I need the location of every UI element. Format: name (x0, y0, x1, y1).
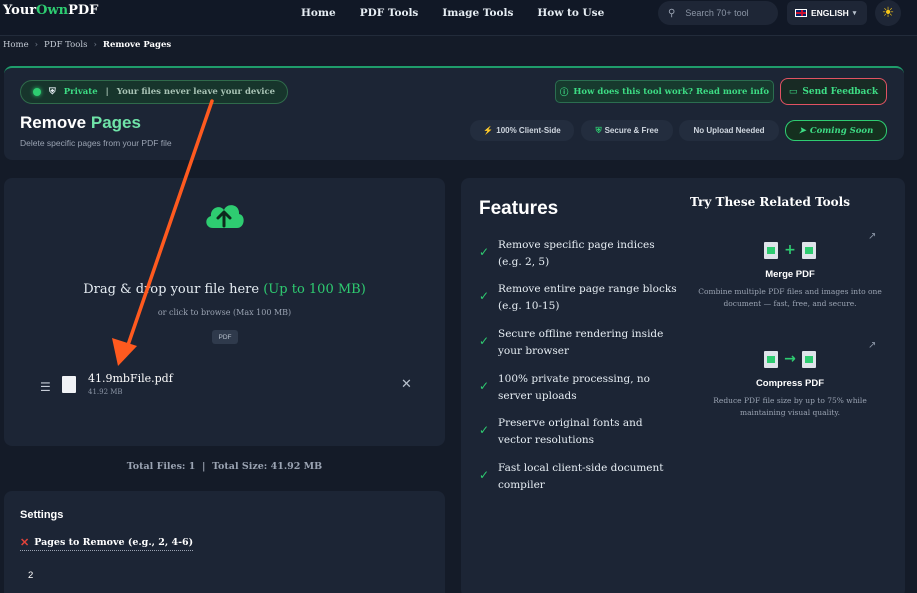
check-icon: ✓ (479, 423, 490, 437)
bolt-icon: ⚡ (483, 126, 494, 135)
related-tool-compress-pdf[interactable]: → Compress PDF Reduce PDF file size by u… (697, 348, 883, 419)
theme-toggle[interactable]: ☀ (875, 0, 901, 26)
nav-link-home[interactable]: Home (301, 7, 336, 19)
breadcrumb-pdf-tools[interactable]: PDF Tools (44, 40, 87, 50)
file-dropzone[interactable]: Drag & drop your file here (Up to 100 MB… (4, 178, 445, 446)
search-input[interactable]: ⚲ Search 70+ tool (658, 1, 778, 25)
private-label: Private (63, 87, 98, 97)
status-dot (33, 88, 41, 96)
badge-client-side: ⚡ 100% Client-Side (470, 120, 574, 141)
shield-icon: ⛨ (595, 125, 602, 135)
search-icon: ⚲ (668, 7, 676, 19)
compress-icon: → (697, 348, 883, 370)
chevron-right-icon: › (34, 40, 39, 50)
feature-item: ✓ Preserve original fonts and vector res… (479, 417, 643, 446)
shield-icon: ⛨ (49, 87, 56, 97)
cloud-upload-icon (206, 205, 244, 228)
private-note: Your files never leave your device (116, 87, 276, 97)
related-tool-name: Merge PDF (765, 269, 815, 280)
check-icon: ✓ (479, 468, 490, 482)
pages-to-remove-label: ✕ Pages to Remove (e.g., 2, 4-6) (20, 537, 194, 551)
feature-item: ✓ Secure offline rendering inside your b… (479, 328, 664, 357)
nav-link-how-to-use[interactable]: How to Use (537, 7, 604, 19)
drag-handle-icon[interactable]: ☰ (40, 380, 51, 394)
settings-panel: Settings ✕ Pages to Remove (e.g., 2, 4-6… (4, 491, 445, 593)
pages-to-remove-input[interactable]: 2 (28, 570, 33, 581)
how-it-works-button[interactable]: ⓘ How does this tool work? Read more inf… (555, 80, 774, 103)
remove-pages-icon: ✕ (20, 537, 30, 549)
rocket-icon: ➤ (798, 125, 806, 136)
tool-header-card: ⛨ Private | Your files never leave your … (4, 66, 904, 160)
badge-no-upload: No Upload Needed (679, 120, 779, 141)
check-icon: ✓ (479, 379, 490, 393)
feature-item: ✓ 100% private processing, no server upl… (479, 373, 650, 402)
related-tools-title: Try These Related Tools (690, 195, 850, 209)
uk-flag-icon (795, 9, 807, 17)
format-tag: PDF (212, 330, 238, 344)
page-subtitle: Delete specific pages from your PDF file (20, 138, 172, 148)
remove-file-button[interactable]: ✕ (401, 376, 412, 392)
check-icon: ✓ (479, 334, 490, 348)
language-label: ENGLISH (811, 8, 849, 18)
features-title: Features (479, 198, 559, 219)
merge-icon: + (697, 239, 883, 261)
related-tool-name: Compress PDF (755, 378, 825, 389)
feature-item: ✓ Remove specific page indices (e.g. 2, … (479, 239, 655, 268)
language-selector[interactable]: ENGLISH ▾ (787, 1, 867, 25)
nav-link-image-tools[interactable]: Image Tools (442, 7, 513, 19)
chat-icon: ▭ (788, 86, 798, 97)
divider: | (105, 87, 109, 97)
chevron-down-icon: ▾ (852, 10, 857, 17)
badge-secure-free: ⛨ Secure & Free (581, 120, 673, 141)
related-tool-desc: Reduce PDF file size by up to 75% while … (713, 396, 867, 417)
feature-item: ✓ Fast local client-side document compil… (479, 462, 664, 491)
check-icon: ✓ (479, 245, 490, 259)
privacy-pill: ⛨ Private | Your files never leave your … (20, 80, 289, 104)
nav-link-pdf-tools[interactable]: PDF Tools (360, 7, 419, 19)
related-tool-desc: Combine multiple PDF files and images in… (698, 287, 882, 308)
external-link-icon[interactable]: ↗ (868, 231, 876, 242)
file-icon (62, 376, 76, 393)
external-link-icon[interactable]: ↗ (868, 340, 876, 351)
nav-links: Home PDF Tools Image Tools How to Use (301, 7, 628, 19)
settings-title: Settings (20, 509, 64, 521)
feature-item: ✓ Remove entire page range blocks (e.g. … (479, 283, 677, 312)
dropzone-subtitle: or click to browse (Max 100 MB) (157, 308, 292, 317)
site-logo[interactable]: YourOwnPDF (3, 3, 98, 18)
breadcrumb-current: Remove Pages (102, 40, 172, 50)
file-size: 41.92 MB (88, 388, 123, 396)
related-tool-merge-pdf[interactable]: + Merge PDF Combine multiple PDF files a… (697, 239, 883, 310)
breadcrumb-home[interactable]: Home (3, 40, 29, 50)
features-card: Features ✓ Remove specific page indices … (461, 178, 905, 593)
top-navbar: YourOwnPDF Home PDF Tools Image Tools Ho… (0, 0, 917, 36)
dropzone-title: Drag & drop your file here (Up to 100 MB… (83, 282, 366, 297)
file-name: 41.9mbFile.pdf (88, 372, 173, 385)
info-icon: ⓘ (559, 87, 569, 98)
send-feedback-button[interactable]: ▭ Send Feedback (780, 78, 887, 105)
check-icon: ✓ (479, 289, 490, 303)
chevron-right-icon: › (93, 40, 97, 50)
coming-soon-button[interactable]: ➤ Coming Soon (785, 120, 887, 141)
file-list-item: ☰ 41.9mbFile.pdf 41.92 MB ✕ (38, 372, 418, 402)
search-placeholder: Search 70+ tool (685, 8, 749, 18)
sun-icon: ☀ (881, 5, 895, 21)
file-totals: Total Files: 1 | Total Size: 41.92 MB (126, 461, 323, 472)
breadcrumb: Home › PDF Tools › Remove Pages (3, 40, 171, 50)
page-title: Remove Pages (20, 113, 141, 132)
